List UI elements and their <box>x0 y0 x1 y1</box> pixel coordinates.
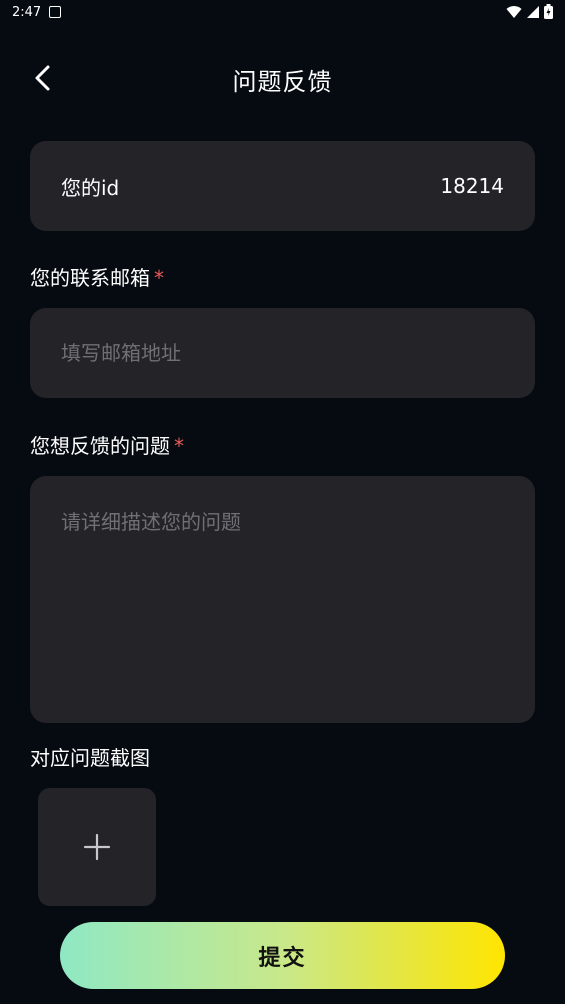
add-screenshot-button[interactable] <box>38 788 156 906</box>
user-id-row: 您的id 18214 <box>30 141 535 231</box>
email-label-text: 您的联系邮箱 <box>30 266 150 290</box>
status-icons <box>506 4 553 19</box>
screenshot-label: 对应问题截图 <box>30 746 150 770</box>
notification-app-icon <box>49 6 62 18</box>
description-label: 您想反馈的问题 * <box>30 430 184 459</box>
description-label-text: 您想反馈的问题 <box>30 434 170 458</box>
wifi-icon <box>506 5 522 18</box>
email-required-mark: * <box>154 266 164 290</box>
user-id-value: 18214 <box>440 174 504 198</box>
battery-icon <box>544 4 553 19</box>
submit-button[interactable]: 提交 <box>60 922 505 989</box>
email-field-container <box>30 308 535 398</box>
plus-icon <box>83 833 111 861</box>
description-field-container <box>30 476 535 723</box>
nav-bar: 问题反馈 <box>0 50 565 106</box>
user-id-label: 您的id <box>61 175 120 200</box>
status-time: 2:47 <box>12 4 42 20</box>
page-title: 问题反馈 <box>232 68 333 96</box>
signal-icon <box>527 5 539 18</box>
feedback-screen: 2:47 问题反馈 您的id 18214 您的联系邮箱 * 填写邮箱地址 您想反… <box>0 0 565 1004</box>
status-bar: 2:47 <box>0 0 565 24</box>
email-label: 您的联系邮箱 * <box>30 262 164 291</box>
description-textarea[interactable] <box>30 476 535 723</box>
email-input[interactable] <box>30 308 535 398</box>
description-required-mark: * <box>174 434 184 458</box>
